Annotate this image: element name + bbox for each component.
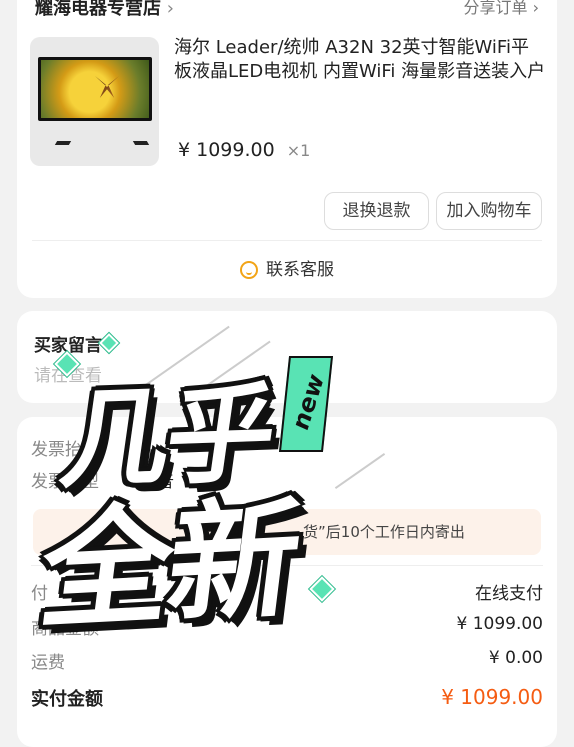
product-price-row: ¥ 1099.00 ×1 [178, 139, 310, 161]
product-price: ¥ 1099.00 [178, 139, 275, 161]
contact-service-button[interactable]: 联系客服 [17, 255, 557, 280]
buyer-message-input[interactable]: 请在查看 [34, 361, 102, 386]
shipping-fee-label: 运费 [31, 653, 65, 673]
order-info-card: 发票抬头 发票类型 普 货”后10个工作日内寄出 付 在线支付 商品金额 ¥ 1… [17, 417, 557, 747]
divider [31, 565, 543, 566]
product-quantity: ×1 [286, 141, 311, 160]
tv-image [38, 57, 152, 145]
goods-amount-label: 商品金额 [31, 619, 99, 639]
invoice-title-label: 发票抬头 [31, 440, 99, 460]
tv-stand-right [132, 141, 150, 145]
product-title[interactable]: 海尔 Leader/统帅 A32N 32英寸智能WiFi平板液晶LED电视机 内… [174, 36, 546, 84]
chevron-right-icon: › [166, 0, 174, 19]
order-product-card: 耀海电器专营店 › 分享订单 › 海尔 Leader/统帅 A32N 32英寸智… [17, 0, 557, 298]
buyer-message-card: 买家留言 请在查看 [17, 311, 557, 403]
shipping-notice: 货”后10个工作日内寄出 [33, 509, 541, 555]
payment-method-value: 在线支付 [475, 584, 543, 604]
add-to-cart-button[interactable]: 加入购物车 [436, 192, 542, 230]
goods-amount-value: ¥ 1099.00 [456, 614, 543, 634]
butterfly-image [95, 76, 119, 98]
total-paid-value: ¥ 1099.00 [441, 685, 543, 709]
share-order-link[interactable]: 分享订单 › [464, 0, 540, 18]
store-row[interactable]: 耀海电器专营店 › 分享订单 › [35, 0, 540, 19]
invoice-type-value: 普 [157, 472, 174, 492]
customer-service-icon [240, 261, 258, 279]
refund-button[interactable]: 退换退款 [324, 192, 429, 230]
invoice-type-label: 发票类型 [31, 472, 99, 492]
divider [32, 240, 542, 241]
store-name[interactable]: 耀海电器专营店 [35, 0, 161, 19]
tv-screen-image [41, 60, 149, 118]
share-order-label: 分享订单 [463, 0, 528, 17]
payment-method-label: 付 [31, 584, 48, 604]
total-paid-label: 实付金额 [31, 689, 103, 710]
tv-stand-left [54, 141, 72, 145]
contact-service-label: 联系客服 [266, 260, 334, 280]
shipping-fee-value: ¥ 0.00 [488, 648, 543, 668]
buyer-message-title: 买家留言 [34, 336, 102, 356]
product-thumbnail[interactable] [30, 37, 159, 166]
